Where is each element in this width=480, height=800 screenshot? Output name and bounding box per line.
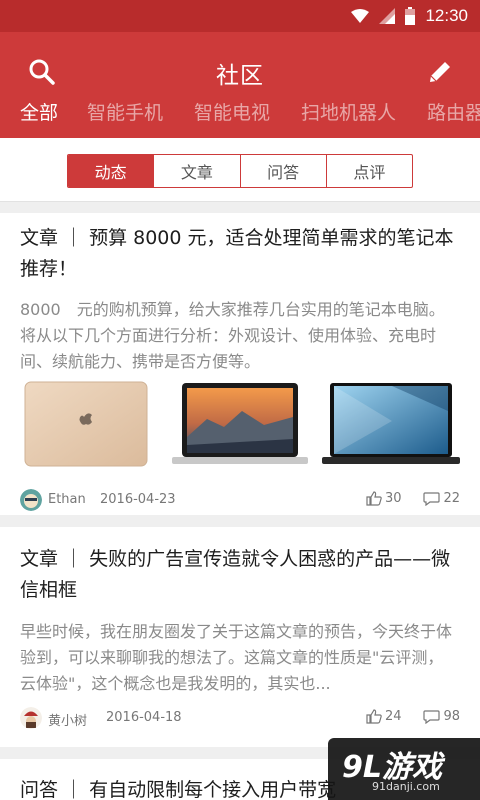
watermark-url: 91danji.com xyxy=(372,780,440,793)
comment-button[interactable]: 22 xyxy=(423,491,460,506)
tab-smart-tv[interactable]: 智能电视 xyxy=(194,98,270,125)
compose-button[interactable] xyxy=(420,52,460,92)
signal-icon xyxy=(379,8,396,24)
status-bar: 12:30 xyxy=(0,0,480,32)
post-image-laptop-gold[interactable] xyxy=(24,381,148,467)
thumbs-up-icon xyxy=(366,709,382,724)
post-image-macbook[interactable] xyxy=(172,381,308,467)
like-button[interactable]: 24 xyxy=(366,709,402,724)
like-button[interactable]: 30 xyxy=(366,491,402,506)
author-name[interactable]: Ethan xyxy=(48,492,86,507)
tab-smartphone[interactable]: 智能手机 xyxy=(87,98,163,125)
segment-reviews[interactable]: 点评 xyxy=(325,155,412,187)
post-summary: 8000 元的购机预算，给大家推荐几台实用的笔记本电脑。将从以下几个方面进行分析… xyxy=(20,300,445,371)
wifi-icon xyxy=(351,9,370,23)
battery-icon xyxy=(405,7,416,25)
status-time: 12:30 xyxy=(425,6,468,25)
post-meta: Ethan 2016-04-23 30 22 xyxy=(20,489,460,513)
like-count: 30 xyxy=(385,491,402,506)
watermark: 9L游戏 91danji.com xyxy=(328,738,480,800)
segmented-control: 动态 文章 问答 点评 xyxy=(67,154,413,188)
post-card[interactable]: 文章 ｜ 预算 8000 元，适合处理简单需求的笔记本推荐！ 8000 元的购机… xyxy=(0,213,480,515)
tab-router[interactable]: 路由器 xyxy=(427,98,480,125)
post-card[interactable]: 文章 ｜ 失败的广告宣传造就令人困惑的产品——微信相框 早些时候，我在朋友圈发了… xyxy=(0,527,480,747)
comment-button[interactable]: 98 xyxy=(423,709,460,724)
comment-count: 98 xyxy=(443,709,460,724)
segment-qa[interactable]: 问答 xyxy=(239,155,326,187)
comment-icon xyxy=(423,491,441,506)
post-date: 2016-04-18 xyxy=(106,710,182,725)
comment-icon xyxy=(423,709,441,724)
post-title[interactable]: 文章 ｜ 预算 8000 元，适合处理简单需求的笔记本推荐！ xyxy=(20,223,462,285)
post-summary: 早些时候，我在朋友圈发了关于这篇文章的预告，今天终于体验到，可以来聊聊我的想法了… xyxy=(20,622,453,693)
segment-articles[interactable]: 文章 xyxy=(153,155,239,187)
tab-robot-vacuum[interactable]: 扫地机器人 xyxy=(301,98,396,125)
post-image-dell-laptop[interactable] xyxy=(322,381,460,467)
author-name[interactable]: 黄小树 xyxy=(48,710,87,729)
thumbs-up-icon xyxy=(366,491,382,506)
like-count: 24 xyxy=(385,709,402,724)
page-title: 社区 xyxy=(216,63,264,89)
post-title[interactable]: 文章 ｜ 失败的广告宣传造就令人困惑的产品——微信相框 xyxy=(20,544,462,606)
tab-all[interactable]: 全部 xyxy=(20,98,58,125)
segment-feed[interactable]: 动态 xyxy=(68,155,154,187)
status-icons: 12:30 xyxy=(351,0,468,32)
author-avatar[interactable] xyxy=(20,489,42,511)
app-header: 社区 全部 智能手机 智能电视 扫地机器人 路由器 xyxy=(0,32,480,138)
comment-count: 22 xyxy=(443,491,460,506)
category-tabs: 全部 智能手机 智能电视 扫地机器人 路由器 xyxy=(0,98,480,132)
segment-bar: 动态 文章 问答 点评 xyxy=(0,138,480,202)
post-meta: 黄小树 2016-04-18 24 98 xyxy=(20,707,460,731)
author-avatar[interactable] xyxy=(20,707,42,729)
post-date: 2016-04-23 xyxy=(100,492,176,507)
pencil-icon xyxy=(430,62,450,82)
